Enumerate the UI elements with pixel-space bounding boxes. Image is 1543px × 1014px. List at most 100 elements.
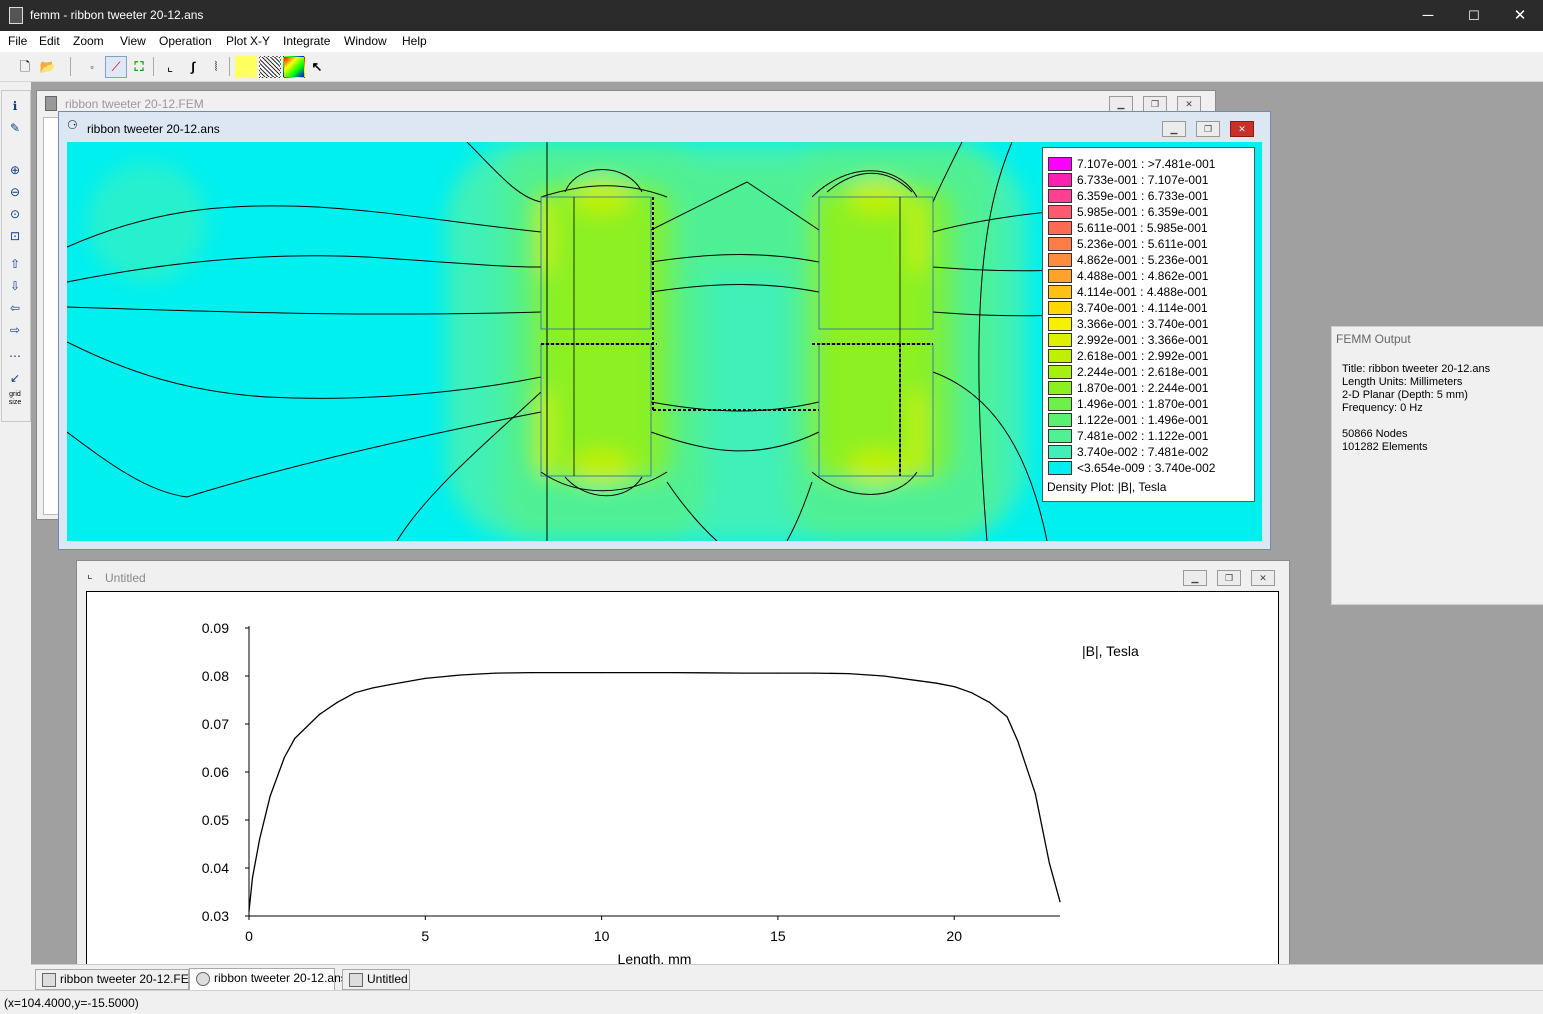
ans-window-titlebar[interactable]: ⚆ ribbon tweeter 20-12.ans ▁ ❐ ✕ (59, 112, 1270, 138)
legend-label: 6.359e-001 : 6.733e-001 (1077, 189, 1209, 203)
close-button[interactable]: ✕ (1497, 0, 1543, 31)
plot-canvas[interactable]: 0.09 0.08 0.07 0.06 0.05 0.04 0.03 0 5 10 15 20 Leng… (86, 591, 1279, 967)
app-icon (9, 7, 23, 24)
legend-swatch (1048, 317, 1072, 331)
legend-label: 4.114e-001 : 4.488e-001 (1077, 285, 1208, 299)
legend-swatch (1048, 445, 1072, 459)
menu-file[interactable]: File (8, 34, 27, 48)
fem-restore-button[interactable]: ❐ (1143, 96, 1167, 112)
plot-window[interactable]: ⌞ Untitled ▁ ❐ ✕ 0.09 0.08 0.07 0.06 0.05 0.0… (76, 560, 1290, 967)
data-point (1017, 740, 1019, 742)
legend-caption: Density Plot: |B|, Tesla (1047, 480, 1167, 494)
show-grid-icon[interactable]: ⋯ (5, 347, 25, 365)
pan-left-icon[interactable]: ⇦ (5, 299, 25, 317)
data-point (371, 687, 374, 689)
tab-fem[interactable]: ribbon tweeter 20-12.FEM (35, 969, 199, 990)
series-line (248, 671, 1061, 912)
legend-label: 2.992e-001 : 3.366e-001 (1077, 333, 1209, 347)
data-point (1048, 862, 1051, 864)
menu-operation[interactable]: Operation (159, 34, 212, 48)
menu-plot-xy[interactable]: Plot X-Y (226, 34, 270, 48)
legend-label: <3.654e-009 : 3.740e-002 (1077, 461, 1216, 475)
legend-label: 3.740e-002 : 7.481e-002 (1077, 445, 1209, 459)
density-plot-icon[interactable] (235, 56, 257, 78)
y-tick-label: 0.09 (202, 620, 229, 636)
data-point (883, 675, 885, 677)
data-point (459, 674, 462, 676)
open-folder-icon[interactable]: 📂 (37, 56, 59, 78)
data-point (1006, 716, 1008, 718)
ans-close-button[interactable]: ✕ (1230, 121, 1254, 137)
data-point (812, 672, 814, 674)
menu-edit[interactable]: Edit (39, 34, 60, 48)
femm-output-panel: FEMM Output Title: ribbon tweeter 20-12.… (1331, 326, 1543, 605)
zoom-in-icon[interactable]: ⊕ (5, 161, 25, 179)
tab-ans[interactable]: ribbon tweeter 20-12.ans (189, 968, 347, 991)
fem-canvas[interactable] (43, 117, 59, 515)
plot-close-button[interactable]: ✕ (1251, 570, 1275, 586)
show-mesh-icon[interactable]: ℹ (5, 97, 25, 115)
data-point (248, 910, 250, 912)
block-mode-icon[interactable]: ⛶ (128, 56, 150, 78)
zoom-out-icon[interactable]: ⊖ (5, 183, 25, 201)
data-point (283, 757, 285, 759)
tab-untitled[interactable]: Untitled (342, 969, 410, 990)
y-tick-label: 0.07 (202, 716, 229, 732)
legend-swatch (1048, 221, 1072, 235)
data-point (953, 685, 955, 688)
segment-mode-icon[interactable]: ⟋ (105, 56, 127, 78)
data-point (251, 877, 254, 879)
data-point (777, 672, 779, 674)
toolbar: 🗋 📂 ▫ ⟋ ⛶ ⌞ ∫ ⦚ ↖ (0, 52, 1543, 82)
menu-zoom[interactable]: Zoom (73, 34, 104, 48)
tab-label: ribbon tweeter 20-12.ans (214, 971, 347, 985)
fem-window-title: ribbon tweeter 20-12.FEM (65, 97, 204, 111)
y-tick-label: 0.08 (202, 668, 229, 684)
legend-swatch (1048, 205, 1072, 219)
data-point (318, 713, 321, 715)
data-point (1034, 793, 1036, 795)
menu-help[interactable]: Help (402, 34, 427, 48)
ans-restore-button[interactable]: ❐ (1196, 121, 1220, 137)
series-legend-label: |B|, Tesla (1082, 643, 1139, 659)
edit-icon[interactable]: ✎ (5, 119, 25, 137)
legend-label: 5.611e-001 : 5.985e-001 (1077, 221, 1208, 235)
grid-size-icon[interactable]: grid size (5, 391, 25, 409)
menu-view[interactable]: View (120, 34, 146, 48)
line-integral-icon[interactable]: ⦚ (205, 56, 227, 78)
integrate-icon[interactable]: ∫ (182, 56, 204, 78)
pan-up-icon[interactable]: ⇧ (5, 255, 25, 273)
zoom-natural-icon[interactable]: ⊙ (5, 205, 25, 223)
ans-window-title: ribbon tweeter 20-12.ans (87, 122, 220, 136)
ans-window[interactable]: ⚆ ribbon tweeter 20-12.ans ▁ ❐ ✕ 7.107e-… (58, 111, 1271, 550)
x-tick-label: 5 (421, 928, 429, 944)
legend-label: 3.740e-001 : 4.114e-001 (1077, 301, 1208, 315)
node-mode-icon[interactable]: ▫ (81, 56, 103, 78)
pan-right-icon[interactable]: ⇨ (5, 321, 25, 339)
arrow-select-icon[interactable]: ↖ (306, 56, 328, 78)
y-tick-label: 0.06 (202, 764, 229, 780)
ans-minimize-button[interactable]: ▁ (1162, 121, 1186, 137)
minimize-button[interactable]: ─ (1405, 0, 1451, 31)
maximize-button[interactable]: ☐ (1451, 0, 1497, 31)
menu-window[interactable]: Window (344, 34, 387, 48)
y-tick-label: 0.04 (202, 860, 229, 876)
vector-plot-icon[interactable] (283, 56, 305, 78)
new-doc-icon[interactable]: 🗋 (14, 56, 36, 78)
plot-window-titlebar[interactable]: ⌞ Untitled ▁ ❐ ✕ (77, 561, 1289, 587)
plot-xy-icon[interactable]: ⌞ (159, 56, 181, 78)
legend-swatch (1048, 157, 1072, 171)
menu-integrate[interactable]: Integrate (283, 34, 330, 48)
plot-restore-button[interactable]: ❐ (1217, 570, 1241, 586)
density-plot-canvas[interactable]: 7.107e-001 : >7.481e-001 6.733e-001 : 7.1… (67, 142, 1262, 541)
toolbar-separator (229, 57, 230, 76)
menu-bar: File Edit Zoom View Operation Plot X-Y I… (0, 31, 1543, 52)
zoom-window-icon[interactable]: ⊡ (5, 227, 25, 245)
hatch-icon[interactable] (259, 56, 281, 78)
plot-minimize-button[interactable]: ▁ (1183, 570, 1207, 586)
legend-swatch (1048, 397, 1072, 411)
fem-minimize-button[interactable]: ▁ (1109, 96, 1133, 112)
snap-grid-icon[interactable]: ↙ (5, 369, 25, 387)
fem-close-button[interactable]: ✕ (1177, 96, 1201, 112)
pan-down-icon[interactable]: ⇩ (5, 277, 25, 295)
